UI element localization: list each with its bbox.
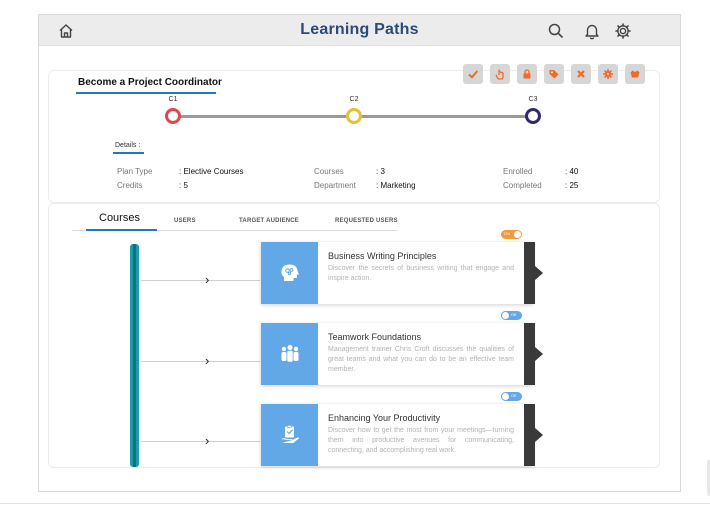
course-card[interactable]: Teamwork Foundations Management trainer … — [261, 323, 543, 385]
detail-plan-type-value: : Elective Courses — [179, 167, 244, 176]
course-side-tab — [524, 242, 535, 304]
hand-icon — [495, 69, 504, 80]
settings-button[interactable] — [598, 64, 618, 84]
checkpoint-label-c3: C3 — [528, 96, 538, 103]
detail-plan-type: Plan Type — [117, 167, 153, 176]
checkpoint-c3[interactable] — [525, 108, 541, 124]
course-description: Management trainer Chris Croft discusses… — [328, 346, 514, 373]
app-window: Learning Paths Become a Project Coordina… — [38, 14, 681, 492]
chevron-right-icon[interactable]: › — [205, 434, 209, 447]
course-toggle[interactable]: Off — [501, 392, 522, 401]
title-underline — [76, 92, 216, 94]
search-icon[interactable] — [547, 22, 565, 40]
caret-right-icon — [535, 428, 543, 442]
connector-line — [141, 361, 260, 362]
approve-button[interactable] — [463, 64, 483, 84]
idea-head-icon — [261, 242, 318, 304]
detail-department: Department — [314, 181, 356, 190]
detail-completed-value: : 25 — [565, 181, 579, 190]
tag-icon — [549, 70, 559, 79]
action-toolbar — [463, 64, 645, 84]
courses-panel: Courses USERS TARGET AUDIENCE REQUESTED … — [48, 203, 660, 468]
delete-button[interactable] — [571, 64, 591, 84]
tag-button[interactable] — [544, 64, 564, 84]
clipboard-hand-icon — [261, 404, 318, 466]
checkpoint-label-c2: C2 — [349, 96, 359, 103]
course-card[interactable]: Business Writing Principles Discover the… — [261, 242, 543, 304]
detail-completed: Completed — [503, 181, 542, 190]
tab-courses[interactable]: Courses — [99, 212, 140, 224]
course-title: Enhancing Your Productivity — [328, 413, 441, 423]
course-title: Business Writing Principles — [328, 251, 437, 261]
tab-target-audience[interactable]: TARGET AUDIENCE — [239, 218, 299, 224]
course-card[interactable]: Enhancing Your Productivity Discover how… — [261, 404, 543, 466]
course-title: Teamwork Foundations — [328, 332, 422, 342]
course-side-tab — [524, 323, 535, 385]
page-divider — [0, 503, 710, 504]
course-description: Discover how to get the most from your m… — [328, 427, 514, 454]
details-underline — [113, 152, 144, 154]
details-heading: Details : — [115, 142, 141, 149]
connector-line — [141, 441, 260, 442]
detail-courses: Courses — [314, 167, 344, 176]
course-description: Discover the secrets of business writing… — [328, 265, 514, 282]
badge-icon — [630, 70, 640, 78]
check-icon — [468, 70, 479, 79]
chevron-right-icon[interactable]: › — [205, 273, 209, 286]
active-tab-indicator — [86, 229, 157, 231]
detail-credits-value: : 5 — [179, 181, 188, 190]
team-icon — [261, 323, 318, 385]
touch-button[interactable] — [490, 64, 510, 84]
chevron-right-icon[interactable]: › — [205, 354, 209, 367]
checkpoint-label-c1: C1 — [168, 96, 178, 103]
close-icon — [577, 70, 585, 78]
course-toggle[interactable]: ON — [501, 230, 522, 239]
learning-path-title: Become a Project Coordinator — [78, 77, 222, 88]
learning-path-card: Become a Project Coordinator C1 C2 C3 De… — [48, 64, 660, 203]
course-toggle[interactable]: Off — [501, 311, 522, 320]
checkpoint-c1[interactable] — [165, 108, 181, 124]
connector-line — [141, 280, 260, 281]
detail-department-value: : Marketing — [376, 181, 416, 190]
checkpoint-c2[interactable] — [346, 108, 362, 124]
caret-right-icon — [535, 266, 543, 280]
detail-enrolled: Enrolled — [503, 167, 533, 176]
lock-icon — [523, 73, 531, 79]
tab-users[interactable]: USERS — [174, 218, 196, 224]
gear-icon[interactable] — [614, 22, 632, 40]
badge-button[interactable] — [625, 64, 645, 84]
top-bar: Learning Paths — [39, 15, 680, 46]
course-side-tab — [524, 404, 535, 466]
bell-icon[interactable] — [583, 22, 601, 40]
detail-enrolled-value: : 40 — [565, 167, 579, 176]
tab-requested-users[interactable]: REQUESTED USERS — [335, 218, 398, 224]
detail-credits: Credits — [117, 181, 143, 190]
detail-courses-value: : 3 — [376, 167, 385, 176]
caret-right-icon — [535, 347, 543, 361]
course-timeline — [130, 244, 139, 467]
lock-button[interactable] — [517, 64, 537, 84]
